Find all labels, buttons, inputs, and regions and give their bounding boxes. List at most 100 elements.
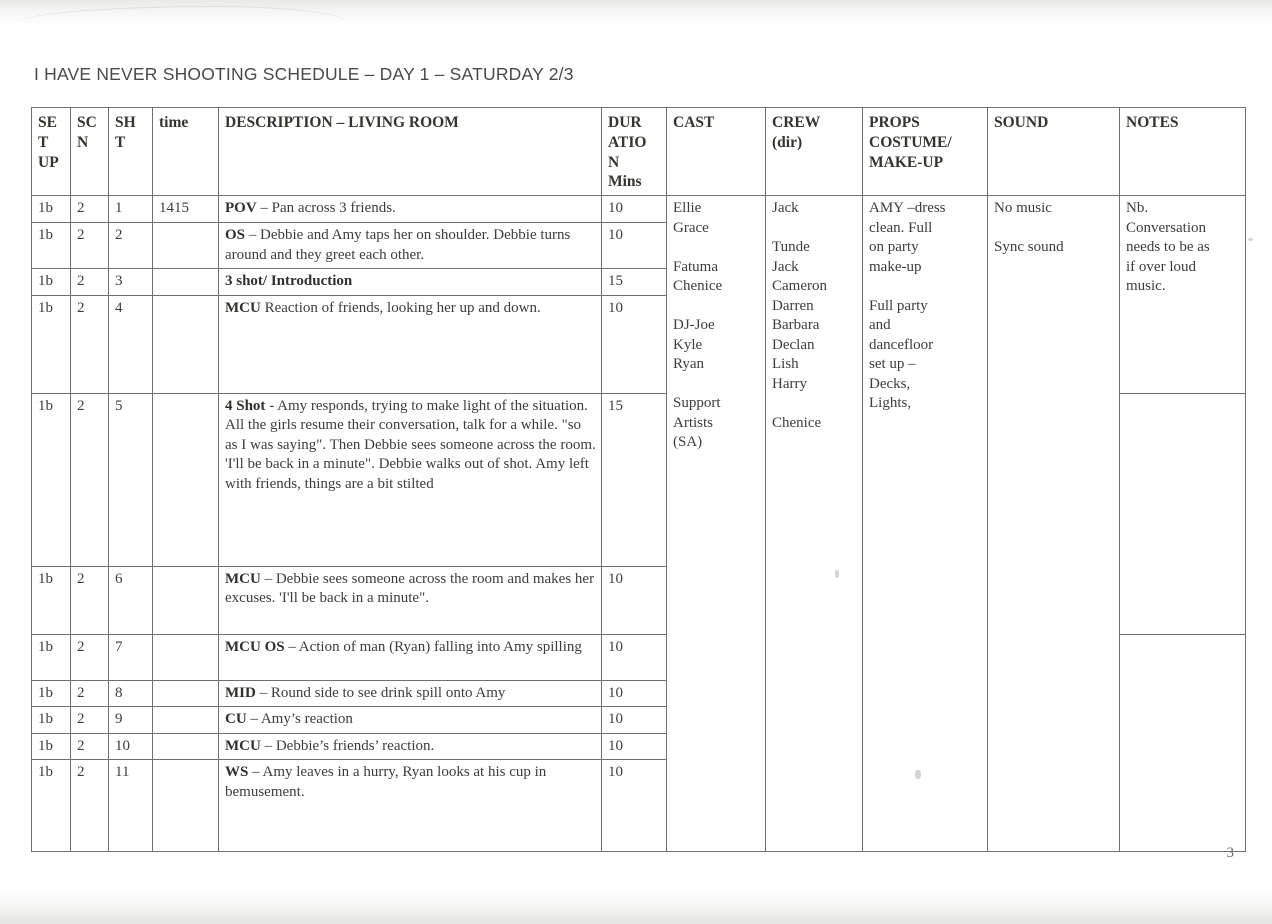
- cell-setup: 1b: [31, 195, 71, 224]
- cell-setup: 1b: [31, 294, 71, 394]
- cell-duration: 10: [601, 732, 667, 761]
- description-text: - Amy responds, trying to make light of …: [225, 397, 596, 492]
- description-text: Reaction of friends, looking her up and …: [260, 299, 541, 316]
- cell-time: [152, 268, 219, 296]
- cell-setup: 1b: [31, 633, 71, 681]
- cell-description: MID – Round side to see drink spill onto…: [218, 679, 602, 708]
- cell-description: OS – Debbie and Amy taps her on shoulder…: [218, 222, 602, 270]
- description-shot-type: OS: [225, 227, 246, 244]
- cell-scn: 2: [70, 294, 109, 394]
- table-row: 1b 2 1 1415 POV – Pan across 3 friends. …: [31, 195, 1246, 853]
- description-text: – Amy leaves in a hurry, Ryan looks at h…: [225, 764, 547, 800]
- description-shot-type: 4 Shot: [225, 397, 266, 414]
- description-shot-type: MID: [225, 684, 256, 701]
- cell-cast: Ellie Grace Fatuma Chenice DJ-Joe Kyle R…: [666, 195, 766, 853]
- column-header-props: PROPS COSTUME/ MAKE-UP: [862, 106, 988, 197]
- cell-setup: 1b: [31, 268, 71, 296]
- cell-description: POV – Pan across 3 friends.: [218, 195, 602, 224]
- cell-description: MCU Reaction of friends, looking her up …: [218, 294, 602, 394]
- description-text: – Debbie sees someone across the room an…: [225, 570, 595, 607]
- page-title: I HAVE NEVER SHOOTING SCHEDULE – DAY 1 –…: [34, 64, 574, 84]
- description-text: – Round side to see drink spill onto Amy: [255, 684, 506, 701]
- cell-time: [152, 759, 219, 853]
- description-text: – Debbie’s friends’ reaction.: [260, 737, 435, 754]
- column-header-sht: SH T: [108, 106, 153, 197]
- cell-notes-empty: [1119, 392, 1246, 635]
- description-text: – Pan across 3 friends.: [256, 200, 396, 217]
- cell-time: [152, 565, 219, 635]
- cell-description: WS – Amy leaves in a hurry, Ryan looks a…: [218, 759, 602, 853]
- cell-duration: 15: [601, 268, 667, 296]
- cell-time: [152, 222, 219, 270]
- cell-time: [152, 732, 219, 761]
- description-text: – Amy’s reaction: [246, 711, 353, 728]
- cell-sht: 5: [108, 392, 153, 567]
- cell-setup: 1b: [31, 392, 71, 567]
- column-header-time: time: [152, 106, 219, 197]
- cell-duration: 10: [601, 759, 667, 853]
- cell-scn: 2: [70, 392, 109, 567]
- cell-setup: 1b: [31, 732, 71, 761]
- cell-sht: 6: [108, 565, 153, 635]
- cell-setup: 1b: [31, 679, 71, 708]
- cell-sht: 9: [108, 706, 153, 734]
- cell-setup: 1b: [31, 565, 71, 635]
- description-shot-type: MCU OS: [225, 638, 285, 655]
- cell-duration: 10: [601, 222, 667, 270]
- page-number: 3: [1226, 845, 1235, 861]
- description-shot-type: MCU: [225, 299, 261, 316]
- shooting-schedule-table: SE T UP SC N SH T time DESCRIPTION – LIV…: [31, 106, 1246, 853]
- cell-sht: 10: [108, 732, 153, 761]
- cell-duration: 10: [601, 565, 667, 635]
- column-header-description: DESCRIPTION – LIVING ROOM: [218, 106, 602, 197]
- description-shot-type: MCU: [225, 570, 261, 587]
- cell-description: CU – Amy’s reaction: [218, 706, 602, 734]
- description-text: – Action of man (Ryan) falling into Amy …: [284, 638, 582, 655]
- column-header-cast: CAST: [666, 106, 766, 197]
- cell-duration: 10: [601, 195, 667, 224]
- cell-sht: 1: [108, 195, 153, 224]
- description-shot-type: 3 shot/ Introduction: [225, 273, 353, 290]
- cell-props: AMY –dress clean. Full on party make-up …: [862, 195, 988, 853]
- cell-notes: Nb. Conversation needs to be as if over …: [1119, 195, 1246, 394]
- cell-description: MCU OS – Action of man (Ryan) falling in…: [218, 633, 602, 681]
- cell-crew: Jack Tunde Jack Cameron Darren Barbara D…: [765, 195, 863, 853]
- cell-scn: 2: [70, 633, 109, 681]
- cell-time: [152, 633, 219, 681]
- cell-scn: 2: [70, 679, 109, 708]
- document-page: I HAVE NEVER SHOOTING SCHEDULE – DAY 1 –…: [0, 0, 1272, 924]
- description-shot-type: WS: [225, 764, 249, 781]
- description-shot-type: POV: [225, 200, 257, 217]
- column-header-notes: NOTES: [1119, 106, 1246, 197]
- cell-time: 1415: [152, 195, 219, 224]
- table-body: 1b 2 1 1415 POV – Pan across 3 friends. …: [31, 195, 1246, 853]
- cell-sht: 8: [108, 679, 153, 708]
- cell-description: 4 Shot - Amy responds, trying to make li…: [218, 392, 602, 567]
- column-header-setup: SE T UP: [31, 106, 71, 197]
- cell-sht: 7: [108, 633, 153, 681]
- column-header-sound: SOUND: [987, 106, 1120, 197]
- cell-duration: 10: [601, 679, 667, 708]
- cell-setup: 1b: [31, 759, 71, 853]
- cell-duration: 10: [601, 633, 667, 681]
- description-text: – Debbie and Amy taps her on shoulder. D…: [225, 227, 571, 263]
- column-header-duration: DUR ATIO N Mins: [601, 106, 667, 197]
- cell-scn: 2: [70, 268, 109, 296]
- cell-sht: 3: [108, 268, 153, 296]
- cell-sht: 11: [108, 759, 153, 853]
- cell-description: MCU – Debbie sees someone across the roo…: [218, 565, 602, 635]
- cell-scn: 2: [70, 222, 109, 270]
- column-header-crew: CREW (dir): [765, 106, 863, 197]
- table-header: SE T UP SC N SH T time DESCRIPTION – LIV…: [31, 106, 1246, 197]
- description-shot-type: CU: [225, 711, 247, 728]
- cell-scn: 2: [70, 759, 109, 853]
- cell-duration: 10: [601, 706, 667, 734]
- cell-scn: 2: [70, 565, 109, 635]
- cell-sht: 2: [108, 222, 153, 270]
- cell-duration: 15: [601, 392, 667, 567]
- cell-scn: 2: [70, 195, 109, 224]
- description-shot-type: MCU: [225, 737, 261, 754]
- cell-sound: No music Sync sound: [987, 195, 1120, 853]
- cell-time: [152, 706, 219, 734]
- cell-setup: 1b: [31, 706, 71, 734]
